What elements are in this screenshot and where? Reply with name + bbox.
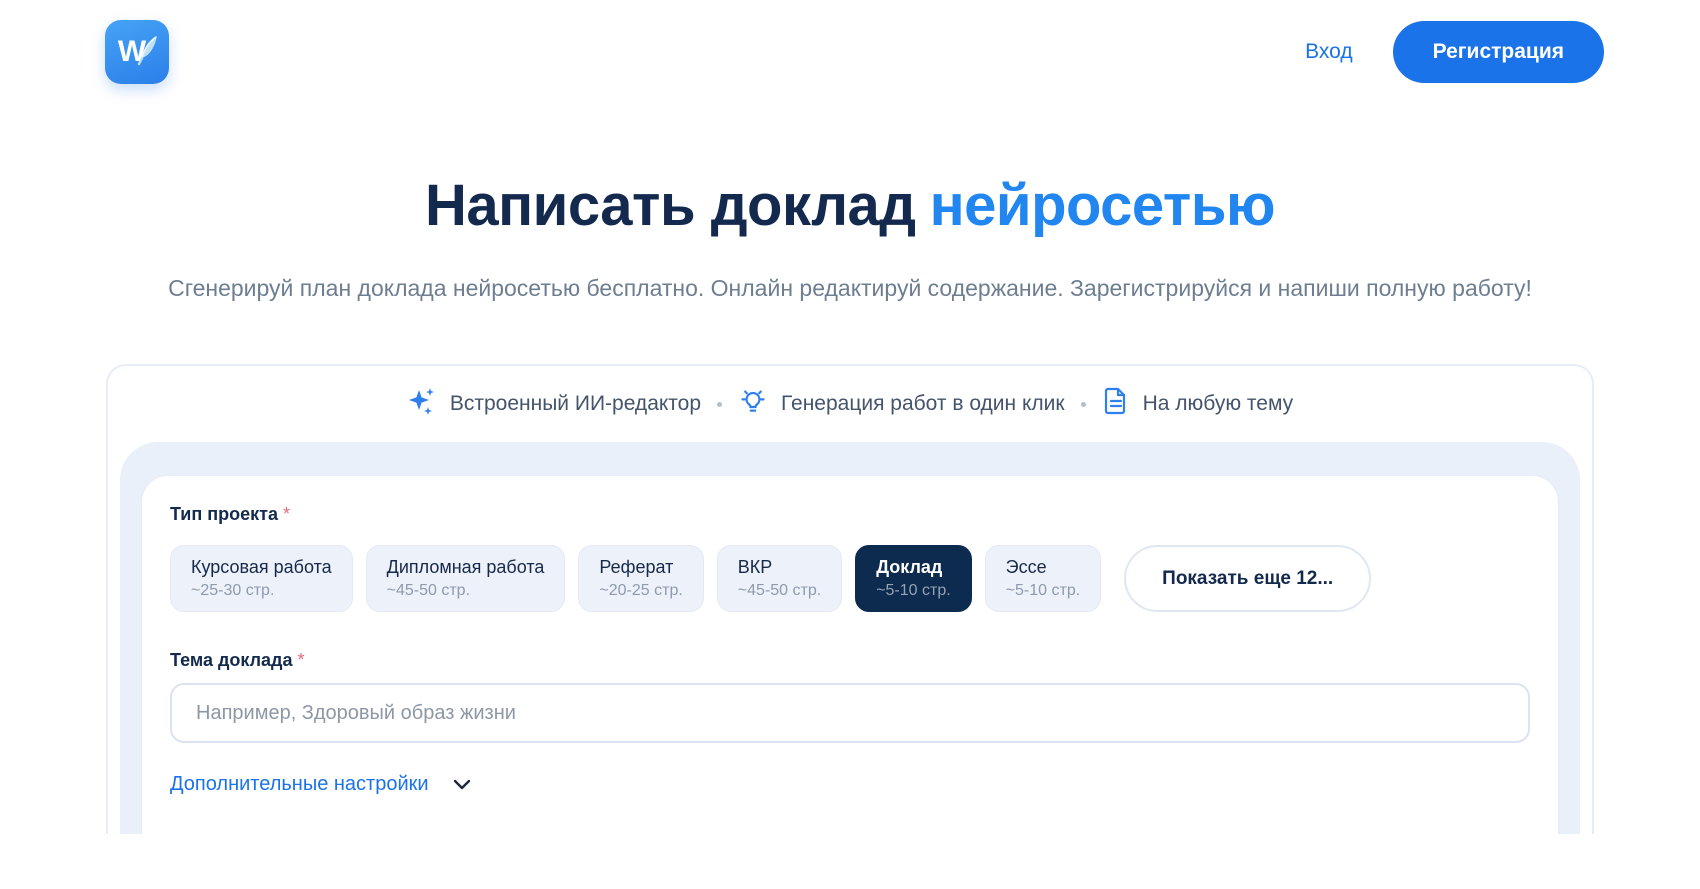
form-panel: Тип проекта* Курсовая работа ~25-30 стр.… <box>120 442 1580 834</box>
project-type-chip[interactable]: Курсовая работа ~25-30 стр. <box>170 545 353 612</box>
document-icon <box>1102 386 1130 422</box>
project-type-chip[interactable]: Дипломная работа ~45-50 стр. <box>366 545 566 612</box>
login-link[interactable]: Вход <box>1305 40 1353 64</box>
header: W Вход Регистрация <box>0 0 1700 84</box>
show-more-button[interactable]: Показать еще 12... <box>1124 545 1371 612</box>
top-nav: Вход Регистрация <box>1305 21 1604 83</box>
main-card: Встроенный ИИ-редактор Генерация работ в… <box>106 364 1594 834</box>
project-type-chip[interactable]: Эссе ~5-10 стр. <box>985 545 1101 612</box>
project-type-chip[interactable]: ВКР ~45-50 стр. <box>717 545 842 612</box>
dot-separator <box>1081 402 1086 407</box>
project-type-chips: Курсовая работа ~25-30 стр. Дипломная ра… <box>170 545 1530 612</box>
feature-one-click: Генерация работ в один клик <box>738 386 1065 422</box>
advanced-settings: Дополнительные настройки <box>170 771 1530 797</box>
lightbulb-icon <box>738 386 768 422</box>
dot-separator <box>717 402 722 407</box>
topic-input[interactable] <box>170 683 1530 743</box>
features-bar: Встроенный ИИ-редактор Генерация работ в… <box>108 366 1592 442</box>
page-title-accent: нейросетью <box>930 173 1275 238</box>
page-subtitle: Сгенерируй план доклада нейросетью беспл… <box>140 269 1560 308</box>
form-card: Тип проекта* Курсовая работа ~25-30 стр.… <box>142 476 1558 834</box>
feature-ai-editor: Встроенный ИИ-редактор <box>407 386 701 422</box>
logo[interactable]: W <box>105 20 169 84</box>
required-asterisk: * <box>298 650 305 670</box>
topic-label: Тема доклада* <box>170 650 1530 671</box>
project-type-label: Тип проекта* <box>170 504 290 524</box>
register-button[interactable]: Регистрация <box>1393 21 1604 83</box>
project-type-chip[interactable]: Реферат ~20-25 стр. <box>578 545 703 612</box>
required-asterisk: * <box>283 504 290 524</box>
feather-icon <box>135 34 159 71</box>
advanced-settings-link[interactable]: Дополнительные настройки <box>170 773 429 796</box>
feature-any-topic: На любую тему <box>1102 386 1294 422</box>
sparkles-icon <box>407 386 437 422</box>
project-type-chip[interactable]: Доклад ~5-10 стр. <box>855 545 971 612</box>
page-title: Написать докладнейросетью <box>0 172 1700 239</box>
page-title-dark: Написать доклад <box>425 173 916 238</box>
feature-label: На любую тему <box>1143 392 1294 416</box>
chevron-down-icon[interactable] <box>449 771 475 797</box>
feature-label: Встроенный ИИ-редактор <box>450 392 701 416</box>
feature-label: Генерация работ в один клик <box>781 392 1065 416</box>
